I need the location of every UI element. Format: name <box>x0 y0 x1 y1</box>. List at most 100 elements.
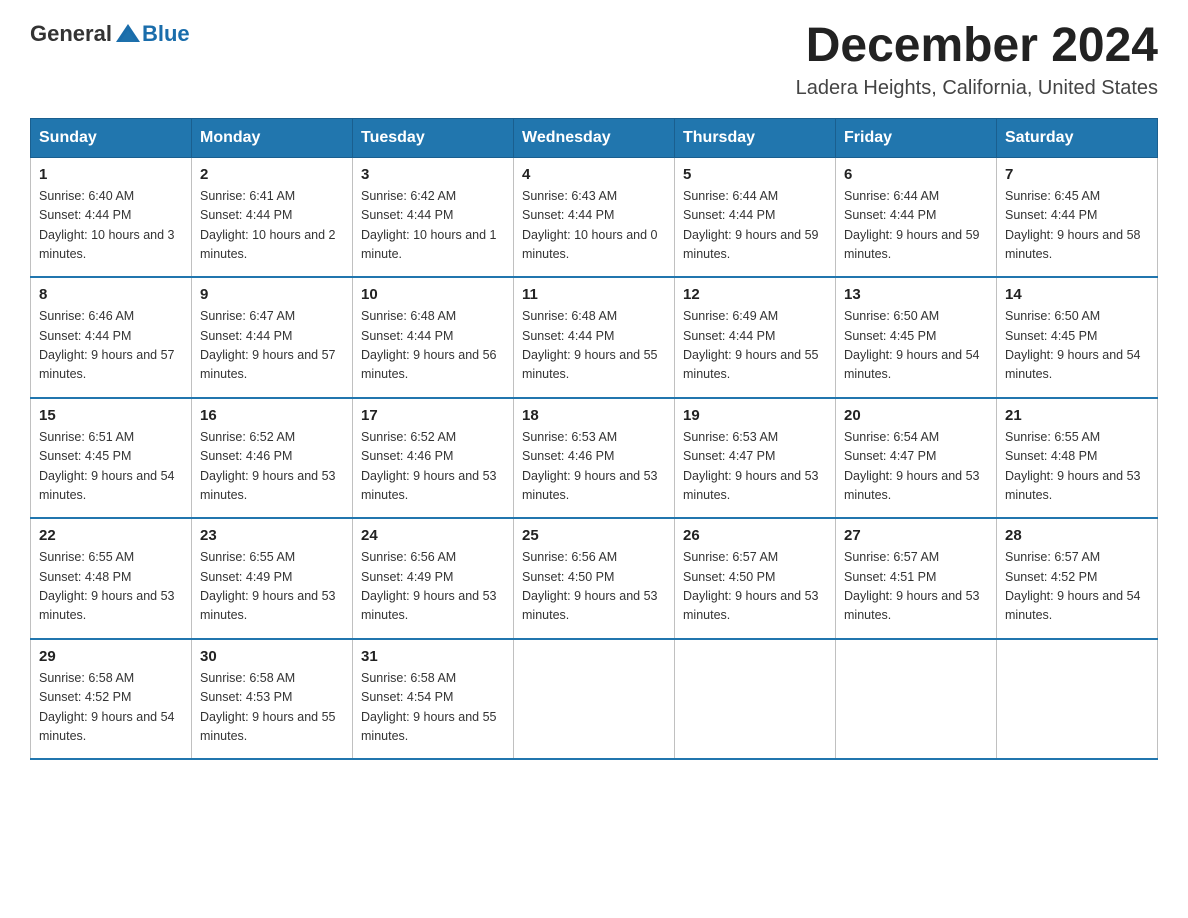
day-cell: 23 Sunrise: 6:55 AMSunset: 4:49 PMDaylig… <box>192 518 353 639</box>
day-info: Sunrise: 6:52 AMSunset: 4:46 PMDaylight:… <box>361 430 497 502</box>
header-cell-wednesday: Wednesday <box>514 118 675 157</box>
day-number: 10 <box>361 286 505 303</box>
day-cell <box>997 639 1158 760</box>
day-info: Sunrise: 6:49 AMSunset: 4:44 PMDaylight:… <box>683 309 819 381</box>
day-cell: 9 Sunrise: 6:47 AMSunset: 4:44 PMDayligh… <box>192 277 353 398</box>
day-number: 29 <box>39 648 183 665</box>
calendar-table: SundayMondayTuesdayWednesdayThursdayFrid… <box>30 118 1158 761</box>
day-info: Sunrise: 6:43 AMSunset: 4:44 PMDaylight:… <box>522 189 658 261</box>
day-number: 16 <box>200 407 344 424</box>
day-cell: 22 Sunrise: 6:55 AMSunset: 4:48 PMDaylig… <box>31 518 192 639</box>
day-number: 11 <box>522 286 666 303</box>
day-number: 30 <box>200 648 344 665</box>
day-cell: 3 Sunrise: 6:42 AMSunset: 4:44 PMDayligh… <box>353 157 514 277</box>
day-cell: 19 Sunrise: 6:53 AMSunset: 4:47 PMDaylig… <box>675 398 836 519</box>
day-info: Sunrise: 6:58 AMSunset: 4:52 PMDaylight:… <box>39 671 175 743</box>
day-info: Sunrise: 6:40 AMSunset: 4:44 PMDaylight:… <box>39 189 175 261</box>
day-cell: 24 Sunrise: 6:56 AMSunset: 4:49 PMDaylig… <box>353 518 514 639</box>
header-cell-thursday: Thursday <box>675 118 836 157</box>
day-info: Sunrise: 6:53 AMSunset: 4:47 PMDaylight:… <box>683 430 819 502</box>
day-cell: 31 Sunrise: 6:58 AMSunset: 4:54 PMDaylig… <box>353 639 514 760</box>
day-info: Sunrise: 6:51 AMSunset: 4:45 PMDaylight:… <box>39 430 175 502</box>
day-number: 2 <box>200 166 344 183</box>
day-info: Sunrise: 6:57 AMSunset: 4:51 PMDaylight:… <box>844 550 980 622</box>
day-number: 31 <box>361 648 505 665</box>
day-cell: 11 Sunrise: 6:48 AMSunset: 4:44 PMDaylig… <box>514 277 675 398</box>
day-info: Sunrise: 6:57 AMSunset: 4:50 PMDaylight:… <box>683 550 819 622</box>
day-number: 23 <box>200 527 344 544</box>
day-info: Sunrise: 6:55 AMSunset: 4:49 PMDaylight:… <box>200 550 336 622</box>
day-number: 8 <box>39 286 183 303</box>
day-info: Sunrise: 6:42 AMSunset: 4:44 PMDaylight:… <box>361 189 497 261</box>
day-info: Sunrise: 6:50 AMSunset: 4:45 PMDaylight:… <box>844 309 980 381</box>
day-cell <box>675 639 836 760</box>
header-cell-friday: Friday <box>836 118 997 157</box>
week-row-1: 1 Sunrise: 6:40 AMSunset: 4:44 PMDayligh… <box>31 157 1158 277</box>
logo: General Blue <box>30 20 190 48</box>
day-number: 4 <box>522 166 666 183</box>
day-info: Sunrise: 6:56 AMSunset: 4:50 PMDaylight:… <box>522 550 658 622</box>
day-number: 27 <box>844 527 988 544</box>
day-cell: 21 Sunrise: 6:55 AMSunset: 4:48 PMDaylig… <box>997 398 1158 519</box>
day-info: Sunrise: 6:44 AMSunset: 4:44 PMDaylight:… <box>683 189 819 261</box>
day-cell: 8 Sunrise: 6:46 AMSunset: 4:44 PMDayligh… <box>31 277 192 398</box>
day-cell: 15 Sunrise: 6:51 AMSunset: 4:45 PMDaylig… <box>31 398 192 519</box>
header-row: SundayMondayTuesdayWednesdayThursdayFrid… <box>31 118 1158 157</box>
day-info: Sunrise: 6:41 AMSunset: 4:44 PMDaylight:… <box>200 189 336 261</box>
day-info: Sunrise: 6:47 AMSunset: 4:44 PMDaylight:… <box>200 309 336 381</box>
day-cell: 10 Sunrise: 6:48 AMSunset: 4:44 PMDaylig… <box>353 277 514 398</box>
day-cell: 6 Sunrise: 6:44 AMSunset: 4:44 PMDayligh… <box>836 157 997 277</box>
week-row-4: 22 Sunrise: 6:55 AMSunset: 4:48 PMDaylig… <box>31 518 1158 639</box>
day-info: Sunrise: 6:58 AMSunset: 4:54 PMDaylight:… <box>361 671 497 743</box>
day-number: 7 <box>1005 166 1149 183</box>
day-cell: 4 Sunrise: 6:43 AMSunset: 4:44 PMDayligh… <box>514 157 675 277</box>
calendar-subtitle: Ladera Heights, California, United State… <box>796 77 1158 100</box>
day-cell <box>514 639 675 760</box>
day-number: 13 <box>844 286 988 303</box>
day-cell <box>836 639 997 760</box>
day-number: 5 <box>683 166 827 183</box>
day-info: Sunrise: 6:45 AMSunset: 4:44 PMDaylight:… <box>1005 189 1141 261</box>
day-cell: 28 Sunrise: 6:57 AMSunset: 4:52 PMDaylig… <box>997 518 1158 639</box>
day-cell: 25 Sunrise: 6:56 AMSunset: 4:50 PMDaylig… <box>514 518 675 639</box>
week-row-3: 15 Sunrise: 6:51 AMSunset: 4:45 PMDaylig… <box>31 398 1158 519</box>
header-cell-sunday: Sunday <box>31 118 192 157</box>
day-info: Sunrise: 6:46 AMSunset: 4:44 PMDaylight:… <box>39 309 175 381</box>
day-number: 28 <box>1005 527 1149 544</box>
day-cell: 20 Sunrise: 6:54 AMSunset: 4:47 PMDaylig… <box>836 398 997 519</box>
day-cell: 2 Sunrise: 6:41 AMSunset: 4:44 PMDayligh… <box>192 157 353 277</box>
day-cell: 13 Sunrise: 6:50 AMSunset: 4:45 PMDaylig… <box>836 277 997 398</box>
day-info: Sunrise: 6:56 AMSunset: 4:49 PMDaylight:… <box>361 550 497 622</box>
day-number: 15 <box>39 407 183 424</box>
day-info: Sunrise: 6:50 AMSunset: 4:45 PMDaylight:… <box>1005 309 1141 381</box>
header-cell-monday: Monday <box>192 118 353 157</box>
day-number: 25 <box>522 527 666 544</box>
day-number: 1 <box>39 166 183 183</box>
day-number: 14 <box>1005 286 1149 303</box>
day-number: 19 <box>683 407 827 424</box>
day-number: 20 <box>844 407 988 424</box>
day-cell: 12 Sunrise: 6:49 AMSunset: 4:44 PMDaylig… <box>675 277 836 398</box>
day-number: 24 <box>361 527 505 544</box>
header-cell-saturday: Saturday <box>997 118 1158 157</box>
day-cell: 27 Sunrise: 6:57 AMSunset: 4:51 PMDaylig… <box>836 518 997 639</box>
day-info: Sunrise: 6:53 AMSunset: 4:46 PMDaylight:… <box>522 430 658 502</box>
title-area: December 2024 Ladera Heights, California… <box>796 20 1158 100</box>
day-number: 3 <box>361 166 505 183</box>
calendar-title: December 2024 <box>796 20 1158 73</box>
week-row-5: 29 Sunrise: 6:58 AMSunset: 4:52 PMDaylig… <box>31 639 1158 760</box>
day-info: Sunrise: 6:55 AMSunset: 4:48 PMDaylight:… <box>39 550 175 622</box>
day-cell: 16 Sunrise: 6:52 AMSunset: 4:46 PMDaylig… <box>192 398 353 519</box>
day-info: Sunrise: 6:54 AMSunset: 4:47 PMDaylight:… <box>844 430 980 502</box>
day-number: 26 <box>683 527 827 544</box>
header-cell-tuesday: Tuesday <box>353 118 514 157</box>
day-number: 22 <box>39 527 183 544</box>
day-cell: 14 Sunrise: 6:50 AMSunset: 4:45 PMDaylig… <box>997 277 1158 398</box>
day-number: 21 <box>1005 407 1149 424</box>
day-cell: 5 Sunrise: 6:44 AMSunset: 4:44 PMDayligh… <box>675 157 836 277</box>
week-row-2: 8 Sunrise: 6:46 AMSunset: 4:44 PMDayligh… <box>31 277 1158 398</box>
logo-blue: Blue <box>142 21 190 47</box>
day-info: Sunrise: 6:48 AMSunset: 4:44 PMDaylight:… <box>361 309 497 381</box>
day-info: Sunrise: 6:52 AMSunset: 4:46 PMDaylight:… <box>200 430 336 502</box>
day-info: Sunrise: 6:57 AMSunset: 4:52 PMDaylight:… <box>1005 550 1141 622</box>
